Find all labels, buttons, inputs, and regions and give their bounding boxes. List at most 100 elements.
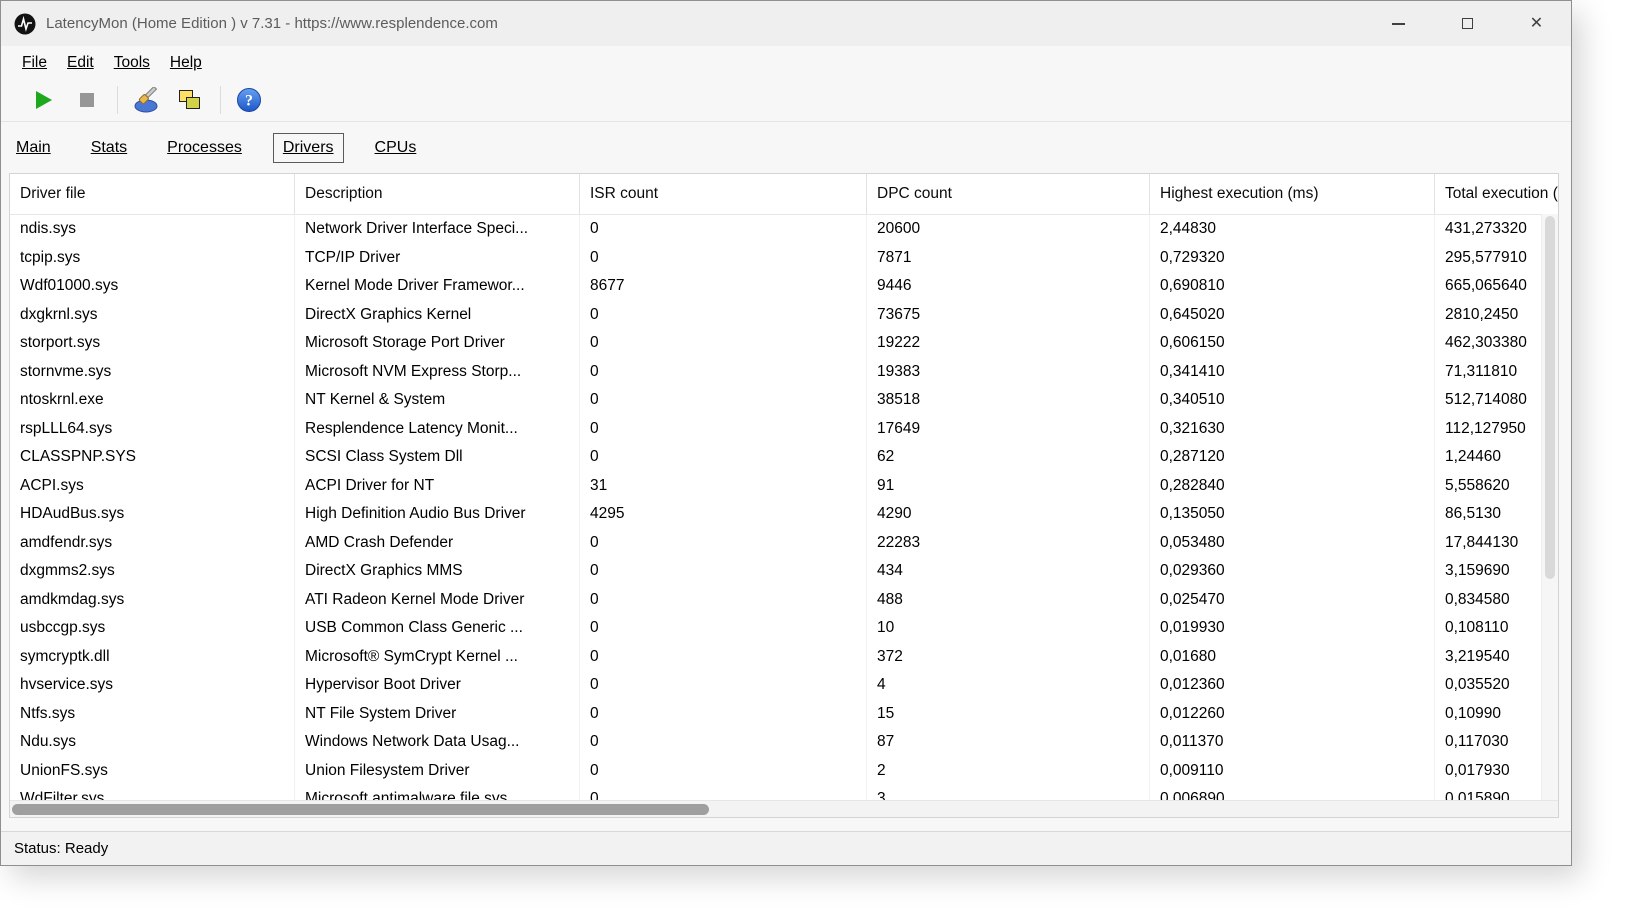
cell-col4: 0,01680 [1150, 643, 1435, 672]
tab-stats[interactable]: Stats [89, 134, 129, 162]
cell-col0: usbccgp.sys [10, 614, 295, 643]
table-row[interactable]: hvservice.sysHypervisor Boot Driver040,0… [10, 671, 1558, 700]
minimize-button[interactable] [1364, 1, 1433, 46]
cell-col0: ndis.sys [10, 215, 295, 244]
horizontal-scrollbar-thumb[interactable] [12, 804, 709, 815]
table-row[interactable]: Ndu.sysWindows Network Data Usag...0870,… [10, 728, 1558, 757]
cell-col3: 9446 [867, 272, 1150, 301]
cell-col4: 0,135050 [1150, 500, 1435, 529]
menu-item-help[interactable]: Help [160, 54, 212, 72]
cell-col3: 17649 [867, 415, 1150, 444]
help-icon: ? [236, 87, 262, 113]
table-row[interactable]: tcpip.sysTCP/IP Driver078710,729320295,5… [10, 244, 1558, 273]
table-row[interactable]: amdfendr.sysAMD Crash Defender0222830,05… [10, 529, 1558, 558]
table-row[interactable]: storport.sysMicrosoft Storage Port Drive… [10, 329, 1558, 358]
options-button[interactable] [130, 84, 162, 116]
table-row[interactable]: stornvme.sysMicrosoft NVM Express Storp.… [10, 358, 1558, 387]
tab-cpus[interactable]: CPUs [373, 134, 419, 162]
svg-text:?: ? [245, 93, 253, 110]
start-monitor-button[interactable] [27, 84, 59, 116]
table-row[interactable]: amdkmdag.sysATI Radeon Kernel Mode Drive… [10, 586, 1558, 615]
table-row[interactable]: rspLLL64.sysResplendence Latency Monit..… [10, 415, 1558, 444]
cell-col0: storport.sys [10, 329, 295, 358]
table-row[interactable]: symcryptk.dllMicrosoft® SymCrypt Kernel … [10, 643, 1558, 672]
cell-col1: High Definition Audio Bus Driver [295, 500, 580, 529]
cell-col3: 22283 [867, 529, 1150, 558]
table-row[interactable]: HDAudBus.sysHigh Definition Audio Bus Dr… [10, 500, 1558, 529]
cell-col4: 0,029360 [1150, 557, 1435, 586]
column-header-1[interactable]: Description [295, 174, 580, 214]
cell-col4: 0,019930 [1150, 614, 1435, 643]
window-controls: ✕ [1364, 1, 1571, 46]
table-row[interactable]: Ntfs.sysNT File System Driver0150,012260… [10, 700, 1558, 729]
cell-col5: 3,219540 [1435, 643, 1558, 672]
cell-col5: 86,5130 [1435, 500, 1558, 529]
cell-col0: Wdf01000.sys [10, 272, 295, 301]
close-button[interactable]: ✕ [1502, 1, 1571, 46]
cell-col5: 71,311810 [1435, 358, 1558, 387]
cell-col0: Ndu.sys [10, 728, 295, 757]
vertical-scrollbar-thumb[interactable] [1545, 216, 1555, 579]
cell-col0: ACPI.sys [10, 472, 295, 501]
tab-bar: Main Stats Processes Drivers CPUs [1, 122, 1571, 174]
menu-item-tools[interactable]: Tools [104, 54, 160, 72]
cell-col4: 0,009110 [1150, 757, 1435, 786]
table-row[interactable]: dxgkrnl.sysDirectX Graphics Kernel073675… [10, 301, 1558, 330]
stop-monitor-button[interactable] [71, 84, 103, 116]
cell-col3: 20600 [867, 215, 1150, 244]
cell-col3: 62 [867, 443, 1150, 472]
menu-item-edit[interactable]: Edit [57, 54, 104, 72]
windows-button[interactable] [174, 84, 206, 116]
cell-col2: 4295 [580, 500, 867, 529]
column-header-5[interactable]: Total execution (ms) [1435, 174, 1558, 214]
column-header-2[interactable]: ISR count [580, 174, 867, 214]
minimize-icon [1392, 23, 1405, 25]
cell-col5: 431,273320 [1435, 215, 1558, 244]
horizontal-scrollbar[interactable] [10, 800, 1558, 817]
cell-col0: ntoskrnl.exe [10, 386, 295, 415]
cell-col5: 0,017930 [1435, 757, 1558, 786]
cell-col2: 0 [580, 529, 867, 558]
maximize-icon [1462, 18, 1473, 29]
cell-col1: Resplendence Latency Monit... [295, 415, 580, 444]
cell-col4: 0,645020 [1150, 301, 1435, 330]
menu-item-file[interactable]: File [12, 54, 57, 72]
cell-col4: 0,011370 [1150, 728, 1435, 757]
table-row[interactable]: ndis.sysNetwork Driver Interface Speci..… [10, 215, 1558, 244]
cell-col3: 4290 [867, 500, 1150, 529]
table-row[interactable]: UnionFS.sysUnion Filesystem Driver020,00… [10, 757, 1558, 786]
table-row[interactable]: ntoskrnl.exeNT Kernel & System0385180,34… [10, 386, 1558, 415]
menu-bar: FileEditToolsHelp [1, 46, 1571, 79]
cell-col3: 4 [867, 671, 1150, 700]
cell-col4: 0,690810 [1150, 272, 1435, 301]
tab-main[interactable]: Main [14, 134, 53, 162]
cell-col2: 0 [580, 643, 867, 672]
tab-drivers[interactable]: Drivers [273, 133, 344, 163]
tab-processes[interactable]: Processes [165, 134, 244, 162]
cell-col2: 0 [580, 329, 867, 358]
cell-col1: DirectX Graphics MMS [295, 557, 580, 586]
column-header-3[interactable]: DPC count [867, 174, 1150, 214]
help-button[interactable]: ? [233, 84, 265, 116]
vertical-scrollbar[interactable] [1541, 214, 1558, 800]
cell-col5: 0,117030 [1435, 728, 1558, 757]
cell-col1: Microsoft® SymCrypt Kernel ... [295, 643, 580, 672]
column-header-0[interactable]: Driver file [10, 174, 295, 214]
cell-col0: dxgmms2.sys [10, 557, 295, 586]
table-row[interactable]: CLASSPNP.SYSSCSI Class System Dll0620,28… [10, 443, 1558, 472]
cell-col4: 0,287120 [1150, 443, 1435, 472]
column-header-4[interactable]: Highest execution (ms) [1150, 174, 1435, 214]
play-icon [31, 88, 55, 112]
cell-col2: 0 [580, 415, 867, 444]
table-row[interactable]: usbccgp.sysUSB Common Class Generic ...0… [10, 614, 1558, 643]
cell-col0: amdkmdag.sys [10, 586, 295, 615]
cell-col2: 0 [580, 215, 867, 244]
cell-col1: Windows Network Data Usag... [295, 728, 580, 757]
table-row[interactable]: ACPI.sysACPI Driver for NT31910,2828405,… [10, 472, 1558, 501]
cell-col5: 512,714080 [1435, 386, 1558, 415]
maximize-button[interactable] [1433, 1, 1502, 46]
table-row[interactable]: Wdf01000.sysKernel Mode Driver Framewor.… [10, 272, 1558, 301]
table-row[interactable]: dxgmms2.sysDirectX Graphics MMS04340,029… [10, 557, 1558, 586]
cell-col5: 2810,2450 [1435, 301, 1558, 330]
toolbar: ? [1, 79, 1571, 122]
